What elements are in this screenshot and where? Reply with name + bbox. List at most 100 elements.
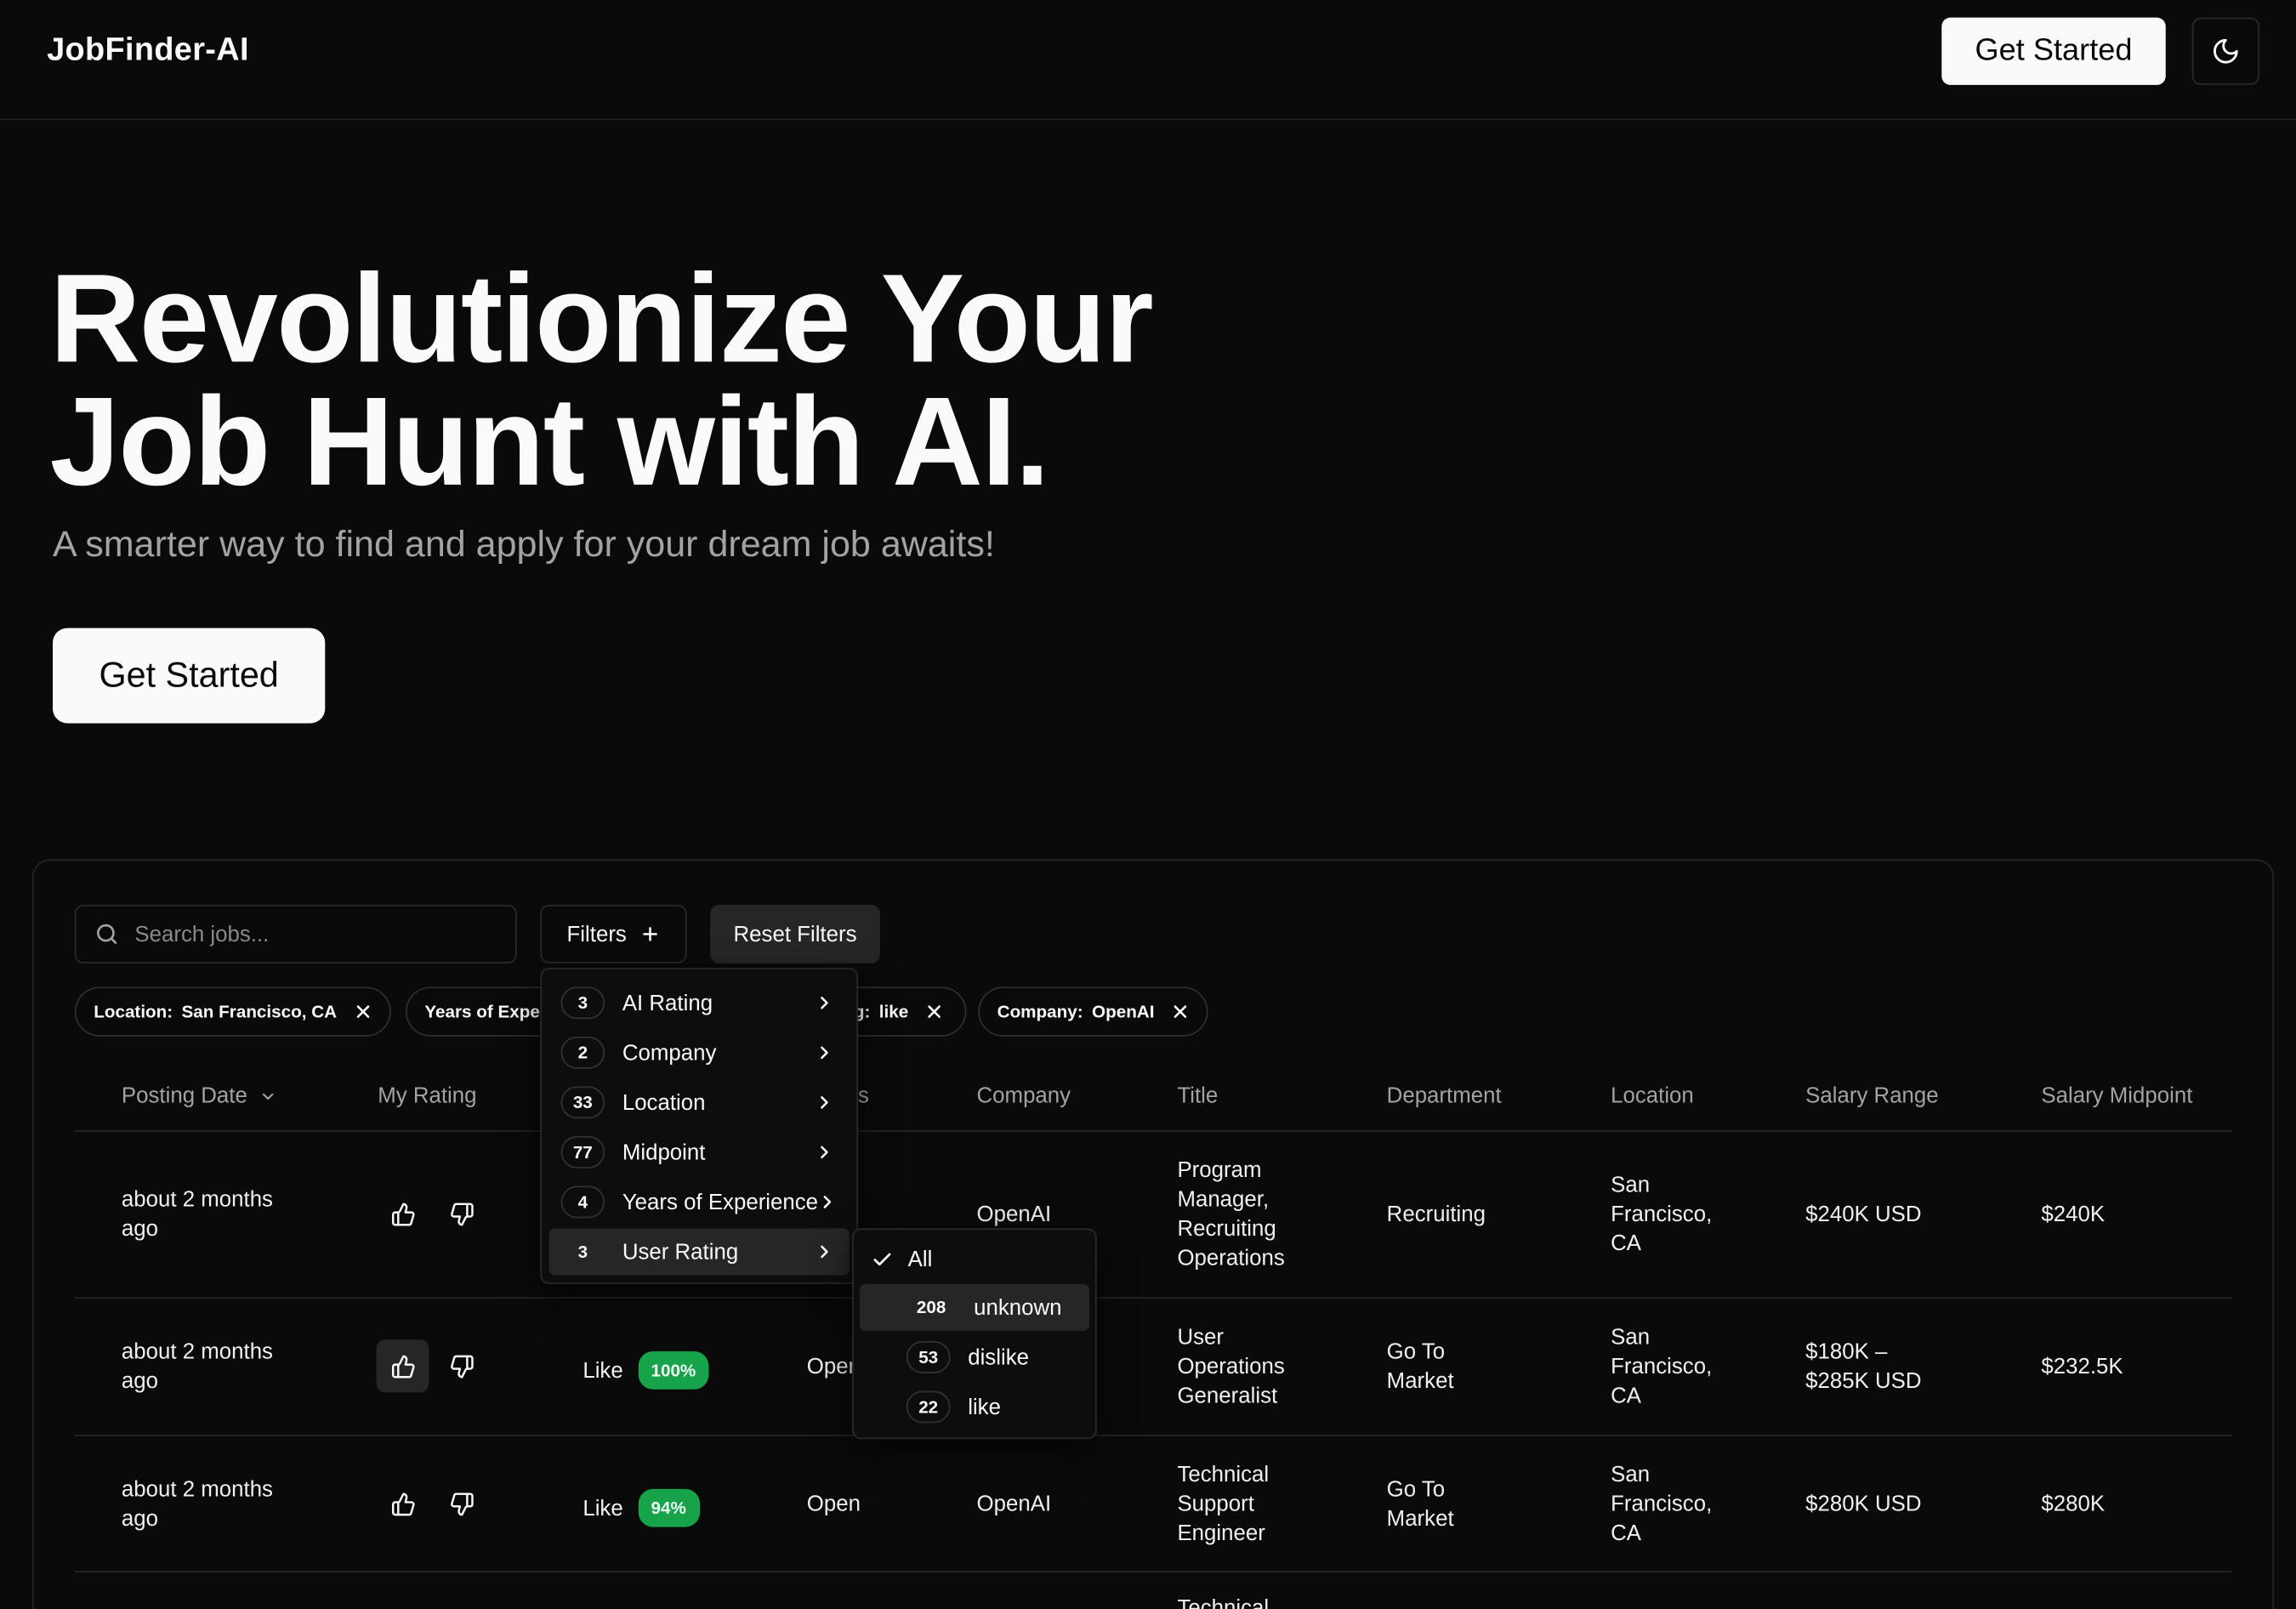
menu-item-years-of-experience[interactable]: 4 Years of Experience bbox=[549, 1179, 850, 1225]
hero-title-line-2: Job Hunt with AI. bbox=[49, 372, 1050, 513]
cell-posting-date: about 2 months ago bbox=[121, 1187, 273, 1242]
thumbs-up-button[interactable] bbox=[376, 1339, 429, 1393]
submenu-item-unknown[interactable]: 208 unknown bbox=[859, 1283, 1090, 1331]
column-header-company[interactable]: Company bbox=[977, 1083, 1071, 1108]
thumbs-down-icon bbox=[450, 1354, 473, 1378]
row-divider bbox=[74, 1571, 2232, 1572]
menu-item-label: AI Rating bbox=[622, 990, 713, 1015]
filter-chip-location: Location: San Francisco, CA bbox=[74, 986, 391, 1037]
jobs-table-panel bbox=[31, 859, 2275, 1609]
menu-item-midpoint[interactable]: 77 Midpoint bbox=[549, 1129, 850, 1175]
hero-title-line-1: Revolutionize Your bbox=[49, 248, 1154, 389]
menu-item-location[interactable]: 33 Location bbox=[549, 1079, 850, 1126]
thumbs-up-button[interactable] bbox=[377, 1187, 429, 1240]
cell-company: OpenAI bbox=[976, 1202, 1052, 1227]
cell-salary-midpoint: $232.5K bbox=[2041, 1354, 2123, 1379]
column-header-my-rating[interactable]: My Rating bbox=[378, 1083, 476, 1108]
thumbs-down-button[interactable] bbox=[435, 1339, 487, 1392]
submenu-item-dislike[interactable]: 53 dislike bbox=[860, 1333, 1089, 1380]
cell-company: OpenAI bbox=[976, 1492, 1052, 1517]
chevron-right-icon bbox=[821, 1245, 828, 1259]
filters-button-label: Filters bbox=[566, 921, 627, 947]
cell-ai-rating: Like 100% bbox=[583, 1350, 709, 1390]
menu-item-count: 77 bbox=[560, 1135, 605, 1168]
hero-get-started-button[interactable]: Get Started bbox=[52, 628, 326, 724]
menu-item-label: Years of Experience bbox=[622, 1189, 819, 1215]
column-header-salary-midpoint[interactable]: Salary Midpoint bbox=[2041, 1083, 2192, 1108]
chevron-right-icon bbox=[823, 1196, 832, 1208]
cell-status: Open bbox=[806, 1492, 861, 1517]
cell-salary-range: $280K USD bbox=[1805, 1492, 1922, 1517]
menu-item-label: Midpoint bbox=[622, 1140, 706, 1165]
column-header-title[interactable]: Title bbox=[1177, 1083, 1218, 1108]
header-get-started-button[interactable]: Get Started bbox=[1941, 17, 2166, 85]
theme-toggle-button[interactable] bbox=[2191, 17, 2259, 85]
menu-item-label: User Rating bbox=[622, 1239, 739, 1265]
cell-salary-midpoint: $240K bbox=[2041, 1202, 2106, 1227]
reset-filters-button[interactable]: Reset Filters bbox=[710, 904, 880, 964]
column-header-label: Posting Date bbox=[121, 1083, 247, 1109]
cell-location: San Francisco, CA bbox=[1611, 1462, 1713, 1546]
cell-posting-date: about 2 months ago bbox=[121, 1339, 273, 1394]
menu-item-user-rating[interactable]: 3 User Rating bbox=[548, 1228, 850, 1276]
submenu-item-like[interactable]: 22 like bbox=[860, 1384, 1089, 1430]
submenu-item-label: like bbox=[968, 1394, 1001, 1420]
close-icon[interactable] bbox=[355, 1003, 372, 1021]
thumbs-up-icon bbox=[391, 1492, 414, 1515]
cell-posting-date: about 2 months ago bbox=[121, 1477, 273, 1532]
user-rating-submenu: All 208 unknown 53 dislike 22 like bbox=[852, 1228, 1097, 1440]
close-icon[interactable] bbox=[1172, 1003, 1190, 1021]
close-icon[interactable] bbox=[926, 1003, 944, 1021]
cell-location: San Francisco, CA bbox=[1611, 1172, 1713, 1257]
submenu-item-count: 208 bbox=[916, 1297, 946, 1318]
plus-icon bbox=[643, 927, 657, 941]
hero-subtitle: A smarter way to find and apply for your… bbox=[52, 524, 995, 566]
thumbs-up-icon bbox=[391, 1202, 414, 1225]
menu-item-company[interactable]: 2 Company bbox=[549, 1029, 850, 1076]
chevron-right-icon bbox=[821, 996, 828, 1009]
thumbs-down-button[interactable] bbox=[435, 1187, 487, 1240]
column-header-location[interactable]: Location bbox=[1611, 1083, 1694, 1108]
cell-title: Program Manager, Recruiting Operations bbox=[1177, 1157, 1285, 1271]
thumbs-down-icon bbox=[450, 1202, 473, 1225]
filters-button[interactable]: Filters bbox=[540, 904, 687, 964]
check-icon bbox=[873, 1252, 891, 1265]
search-box[interactable] bbox=[74, 904, 517, 964]
menu-item-label: Location bbox=[622, 1089, 706, 1115]
thumbs-down-icon bbox=[450, 1492, 473, 1515]
chevron-right-icon bbox=[821, 1046, 828, 1060]
brand-logo-text[interactable]: JobFinder-AI bbox=[47, 31, 249, 69]
column-header-posting-date[interactable]: Posting Date bbox=[122, 1083, 276, 1108]
chevron-right-icon bbox=[821, 1146, 828, 1159]
thumbs-down-button[interactable] bbox=[435, 1477, 487, 1530]
ai-rating-percent-badge: 94% bbox=[637, 1488, 700, 1527]
cell-location: San Francisco, CA bbox=[1611, 1325, 1713, 1409]
cell-department: Go To Market bbox=[1386, 1477, 1454, 1532]
chip-value: like bbox=[878, 1001, 909, 1022]
row-divider bbox=[74, 1435, 2232, 1436]
ai-rating-label: Like bbox=[583, 1496, 623, 1521]
column-header-department[interactable]: Department bbox=[1387, 1083, 1502, 1108]
cell-department: Go To Market bbox=[1386, 1339, 1454, 1394]
chip-key: Company: bbox=[997, 1001, 1083, 1022]
cell-salary-range: $180K – $285K USD bbox=[1805, 1339, 1922, 1394]
chip-key: Location: bbox=[94, 1001, 173, 1022]
hero-title: Revolutionize Your Job Hunt with AI. bbox=[49, 248, 1154, 513]
chip-value: San Francisco, CA bbox=[181, 1001, 338, 1022]
cell-ai-rating: Like 94% bbox=[583, 1488, 700, 1527]
search-input[interactable] bbox=[134, 921, 486, 947]
chip-value: OpenAI bbox=[1092, 1001, 1155, 1022]
search-icon bbox=[97, 924, 117, 944]
submenu-item-count: 53 bbox=[906, 1340, 951, 1373]
submenu-item-count: 22 bbox=[906, 1390, 951, 1424]
chip-key: Years of Expe bbox=[424, 1001, 540, 1022]
submenu-item-label: dislike bbox=[968, 1345, 1029, 1370]
menu-item-ai-rating[interactable]: 3 AI Rating bbox=[549, 980, 850, 1026]
cell-salary-midpoint: $280K bbox=[2041, 1492, 2106, 1517]
submenu-item-all[interactable]: All bbox=[860, 1236, 1089, 1282]
column-header-salary-range[interactable]: Salary Range bbox=[1805, 1083, 1939, 1108]
page: JobFinder-AI Get Started Revolutionize Y… bbox=[0, 0, 2296, 1609]
chevron-down-icon bbox=[262, 1092, 274, 1100]
column-header-status[interactable]: s bbox=[858, 1083, 869, 1108]
thumbs-up-button[interactable] bbox=[377, 1477, 429, 1530]
